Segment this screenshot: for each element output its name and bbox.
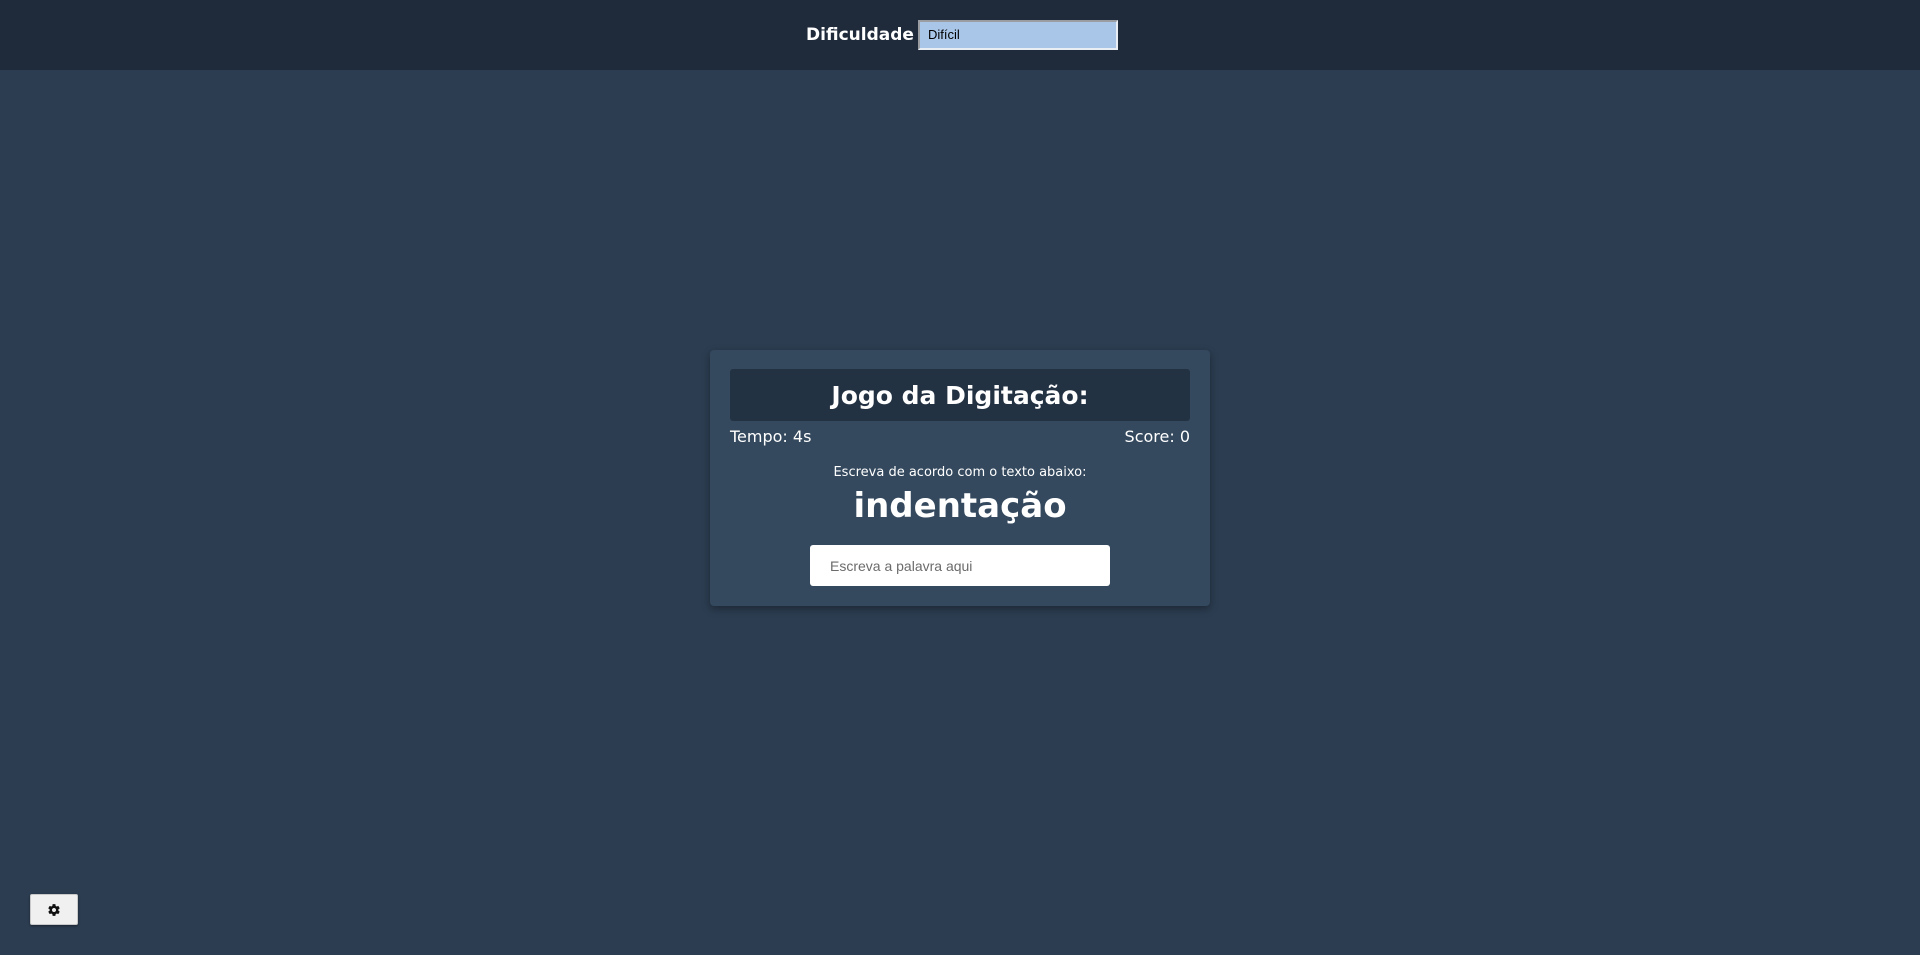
word-input[interactable] <box>810 545 1110 586</box>
difficulty-control: Dificuldade Difícil <box>806 20 1118 50</box>
difficulty-label: Dificuldade <box>806 25 914 45</box>
gear-icon <box>48 903 60 916</box>
top-bar: Dificuldade Difícil <box>0 0 1920 70</box>
score-display: Score: 0 <box>1124 427 1190 446</box>
time-display: Tempo: 4s <box>730 427 812 446</box>
difficulty-select[interactable]: Difícil <box>917 20 1118 50</box>
settings-button[interactable] <box>30 894 78 925</box>
instruction-text: Escreva de acordo com o texto abaixo: <box>833 465 1087 480</box>
target-word: indentação <box>853 486 1067 526</box>
game-card: Jogo da Digitação: Tempo: 4s Score: 0 Es… <box>710 350 1210 606</box>
game-title: Jogo da Digitação: <box>730 369 1190 421</box>
